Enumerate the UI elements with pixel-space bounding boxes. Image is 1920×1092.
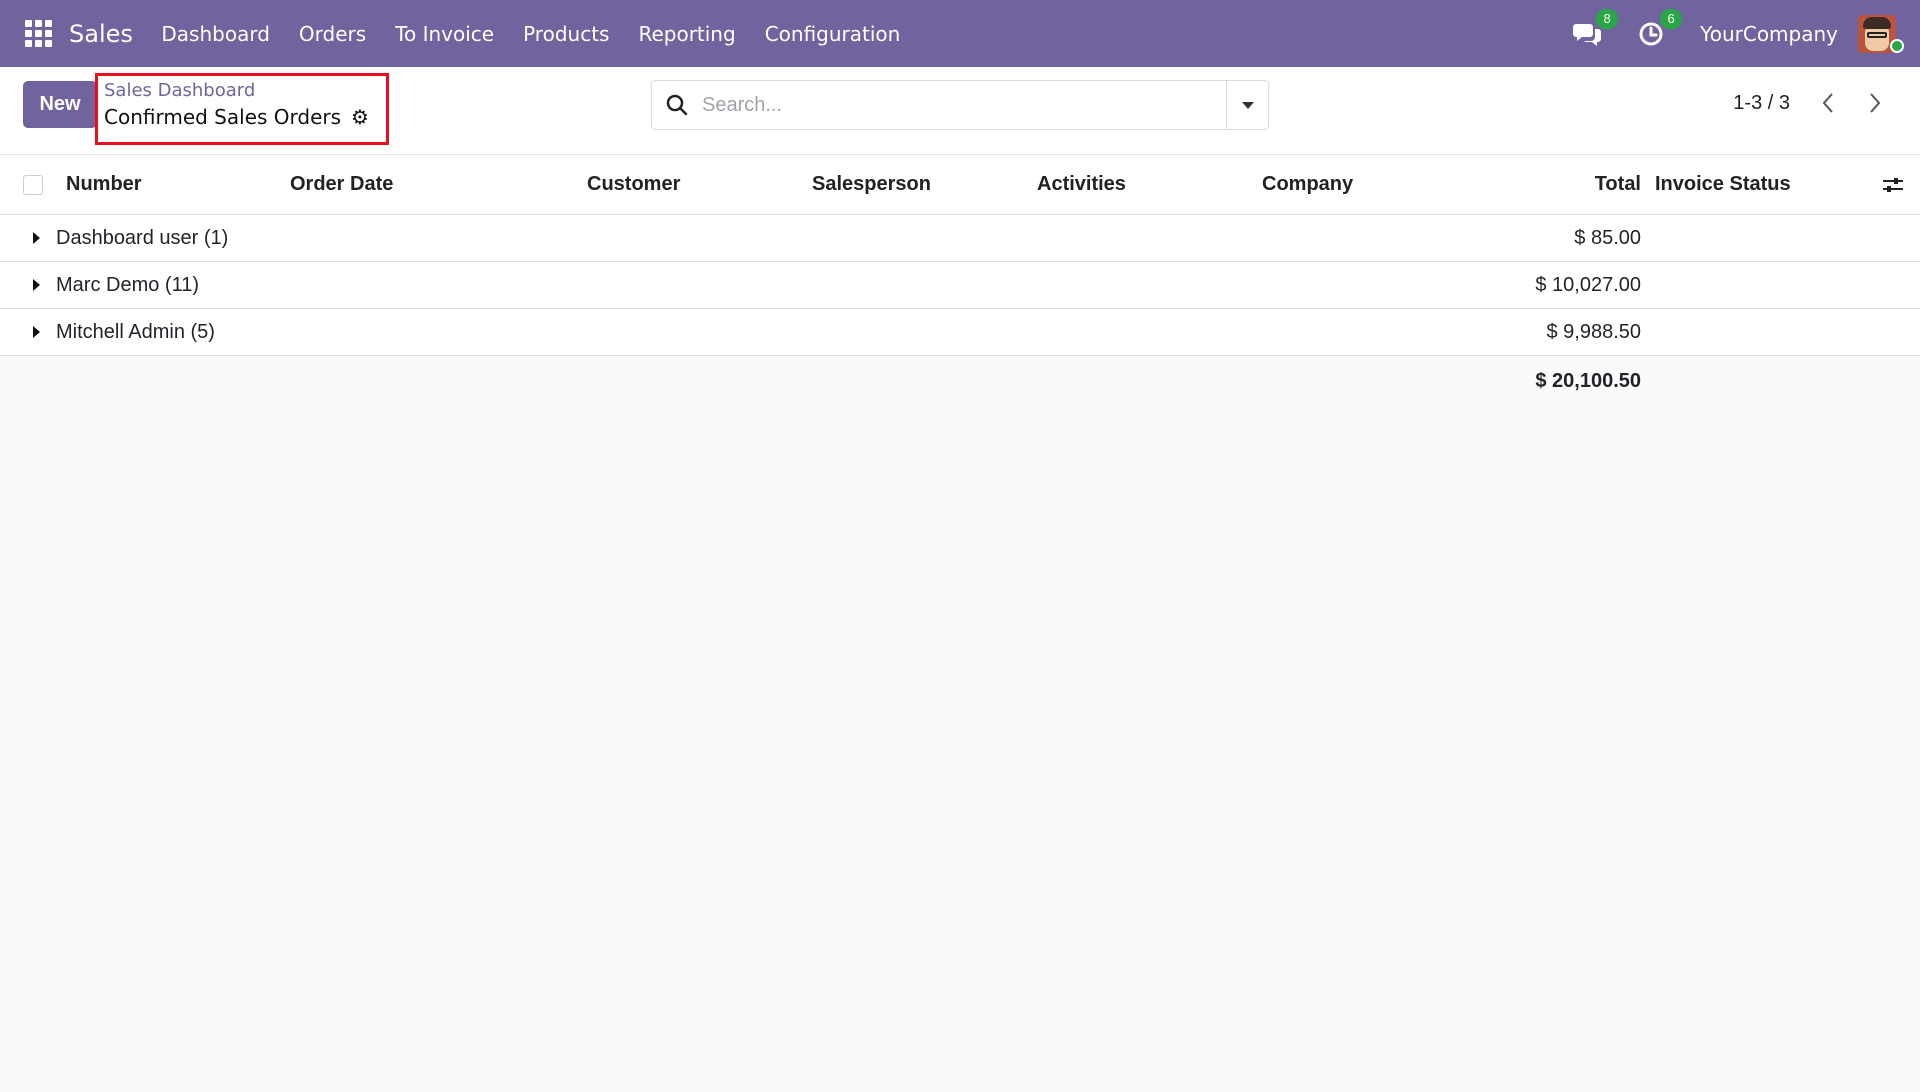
chevron-left-icon [1822,93,1833,113]
search-bar [651,80,1269,130]
top-navbar: Sales Dashboard Orders To Invoice Produc… [0,0,1920,67]
column-company[interactable]: Company [1262,173,1353,196]
column-invoice-status[interactable]: Invoice Status [1655,173,1791,196]
sliders-icon [1883,178,1903,192]
group-total: $ 10,027.00 [1535,274,1641,296]
messages-button[interactable]: 8 [1572,8,1619,49]
menu-item-orders[interactable]: Orders [284,22,380,46]
breadcrumb-current: Confirmed Sales Orders ⚙ [104,105,369,129]
list-header: Number Order Date Customer Salesperson A… [0,155,1920,215]
clock-icon [1639,22,1663,45]
group-row[interactable]: Dashboard user (1) $ 85.00 [0,215,1920,262]
column-total[interactable]: Total [1595,173,1641,196]
messages-count-badge: 8 [1596,8,1619,29]
column-customer[interactable]: Customer [587,173,680,196]
chevron-right-icon [1870,93,1881,113]
activities-count-badge: 6 [1660,8,1683,29]
group-total: $ 85.00 [1574,227,1641,249]
group-label: Mitchell Admin (5) [56,321,215,343]
caret-right-icon [33,279,40,291]
menu-item-to-invoice[interactable]: To Invoice [381,22,509,46]
app-brand[interactable]: Sales [69,20,133,48]
menu-item-products[interactable]: Products [509,22,624,46]
column-activities[interactable]: Activities [1037,173,1126,196]
menu-item-reporting[interactable]: Reporting [624,22,750,46]
activities-button[interactable]: 6 [1636,8,1683,49]
search-icon [652,81,702,129]
optional-columns-toggle[interactable] [1881,173,1905,197]
caret-right-icon [33,326,40,338]
group-total: $ 9,988.50 [1546,321,1641,343]
column-salesperson[interactable]: Salesperson [812,173,931,196]
pager-value[interactable]: 1-3 / 3 [1733,92,1790,115]
online-status-dot [1890,39,1904,53]
list-footer: $ 20,100.50 [0,356,1920,406]
select-all-checkbox[interactable] [23,175,43,195]
menu-item-configuration[interactable]: Configuration [750,22,915,46]
group-label: Dashboard user (1) [56,227,229,249]
column-order-date[interactable]: Order Date [290,173,393,196]
group-row[interactable]: Marc Demo (11) $ 10,027.00 [0,262,1920,309]
caret-down-icon [1241,101,1254,109]
breadcrumb-parent-link[interactable]: Sales Dashboard [104,80,255,101]
page-title: Confirmed Sales Orders [104,105,342,129]
menu-item-dashboard[interactable]: Dashboard [147,22,285,46]
search-input[interactable] [702,82,1226,128]
company-switcher[interactable]: YourCompany [1700,22,1838,46]
pager-next-button[interactable] [1863,91,1887,115]
main-menu: Dashboard Orders To Invoice Products Rep… [147,22,915,46]
group-label: Marc Demo (11) [56,274,199,296]
search-options-toggle[interactable] [1226,81,1268,129]
new-button[interactable]: New [23,81,97,128]
apps-menu-icon[interactable] [23,19,53,49]
group-row[interactable]: Mitchell Admin (5) $ 9,988.50 [0,309,1920,356]
caret-right-icon [33,232,40,244]
column-number[interactable]: Number [66,173,142,196]
pager-previous-button[interactable] [1816,91,1840,115]
gear-icon[interactable]: ⚙ [351,105,369,129]
grand-total: $ 20,100.50 [1535,370,1641,392]
